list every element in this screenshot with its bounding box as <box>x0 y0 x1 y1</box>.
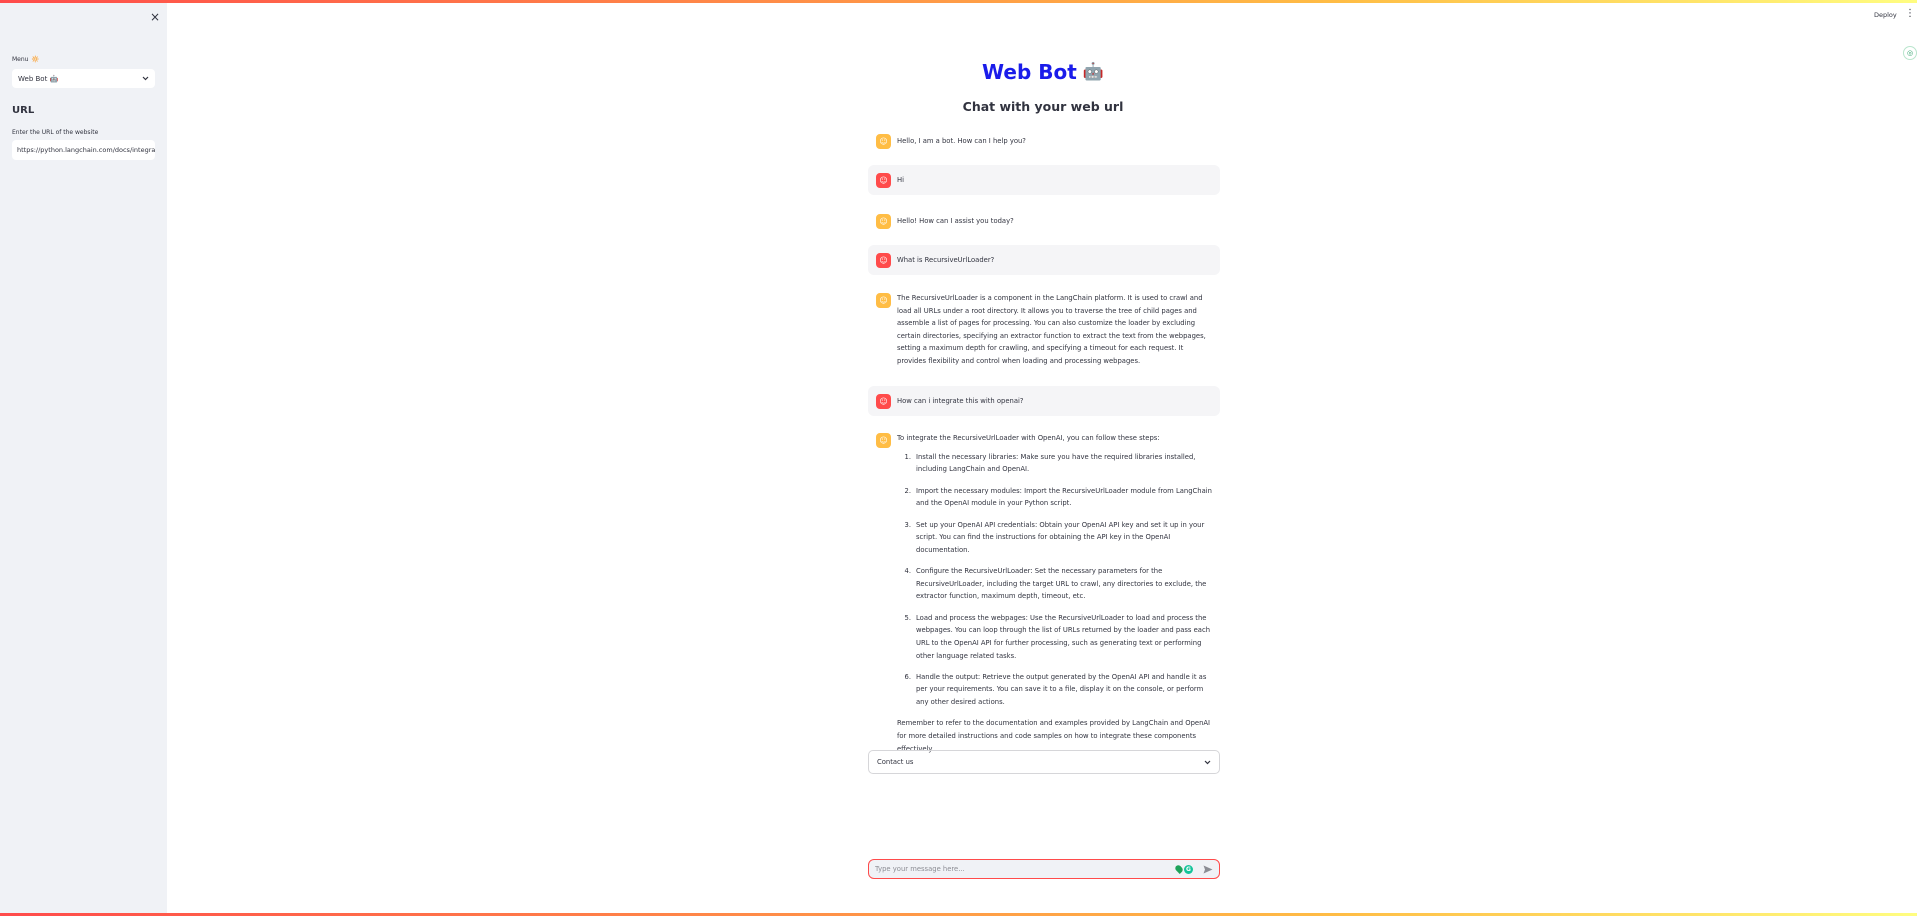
chat-input-box: G <box>868 859 1220 879</box>
message-text: Hello! How can I assist you today? <box>897 216 1014 225</box>
grammarly-icon[interactable]: G <box>1184 864 1193 874</box>
menu-select[interactable]: Web Bot 🤖 <box>12 69 155 88</box>
page-title: Web Bot 🤖 <box>868 60 1218 84</box>
extension-icons: G <box>1174 864 1193 874</box>
list-item: 6. Handle the output: Retrieve the output… <box>897 671 1212 709</box>
step-number: 1. <box>904 452 912 461</box>
steps-list: 1. Install the necessary libraries: Make … <box>897 451 1212 709</box>
list-item: 1. Install the necessary libraries: Make … <box>897 451 1212 476</box>
list-item: 2. Import the necessary modules: Import t… <box>897 485 1212 510</box>
message-text: The RecursiveUrlLoader is a component in… <box>897 294 1206 365</box>
menu-label-text: Menu <box>12 56 29 63</box>
chat-message-bot: ☺ To integrate the RecursiveUrlLoader wi… <box>868 432 1220 755</box>
bot-avatar-icon: ☺ <box>876 133 891 149</box>
bot-avatar-icon: ☺ <box>876 293 891 308</box>
message-text: To integrate the RecursiveUrlLoader with… <box>897 432 1212 755</box>
url-input[interactable]: https://python.langchain.com/docs/integr… <box>12 140 155 160</box>
send-icon[interactable] <box>1203 865 1213 874</box>
message-text: Hello, I am a bot. How can I help you? <box>897 136 1026 145</box>
list-item: 3. Set up your OpenAI API credentials: Ob… <box>897 519 1212 557</box>
step-text: Configure the RecursiveUrlLoader: Set th… <box>916 567 1207 601</box>
step-text: Install the necessary libraries: Make su… <box>916 452 1196 474</box>
chat-message-bot: ☺ Hello! How can I assist you today? <box>868 211 1220 231</box>
message-intro: To integrate the RecursiveUrlLoader with… <box>897 434 1160 442</box>
user-avatar-icon: ☺ <box>876 393 891 409</box>
robot-icon: 🤖 <box>1082 62 1104 82</box>
deploy-button[interactable]: Deploy <box>1874 11 1897 19</box>
menu-select-value: Web Bot 🤖 <box>18 74 59 83</box>
user-avatar-icon: ☺ <box>876 172 891 188</box>
chat-message-bot: ☺ Hello, I am a bot. How can I help you? <box>868 131 1220 151</box>
menu-label: Menu 🔆 <box>12 56 39 63</box>
list-item: 5. Load and process the webpages: Use the… <box>897 612 1212 662</box>
chevron-down-icon <box>142 76 149 81</box>
contact-us-expander[interactable]: Contact us <box>868 750 1220 774</box>
step-number: 6. <box>904 672 912 681</box>
step-text: Set up your OpenAI API credentials: Obta… <box>916 520 1205 554</box>
url-section-heading: URL <box>12 105 35 116</box>
status-widget-icon[interactable]: ◎ <box>1903 46 1917 60</box>
step-number: 2. <box>904 486 912 495</box>
location-pin-icon[interactable] <box>1174 864 1184 874</box>
message-text: What is RecursiveUrlLoader? <box>897 255 995 264</box>
chat-message-bot: ☺ The RecursiveUrlLoader is a component … <box>868 292 1220 368</box>
step-number: 4. <box>904 567 912 576</box>
sun-icon: 🔆 <box>31 56 39 63</box>
bot-avatar-icon: ☺ <box>876 433 891 448</box>
chat-message-user: ☺ Hi <box>868 165 1220 195</box>
chevron-down-icon <box>1204 760 1211 764</box>
chat-message-user: ☺ How can i integrate this with openai? <box>868 386 1220 416</box>
step-number: 3. <box>904 520 912 529</box>
url-input-label: Enter the URL of the website <box>12 129 99 136</box>
close-sidebar-icon[interactable]: × <box>150 11 160 23</box>
list-item: 4. Configure the RecursiveUrlLoader: Set … <box>897 565 1212 603</box>
message-text: Hi <box>897 175 904 184</box>
top-decoration-bar <box>0 0 1917 3</box>
main-menu-icon[interactable]: ⋮ <box>1905 9 1915 19</box>
chat-message-user: ☺ What is RecursiveUrlLoader? <box>868 245 1220 275</box>
chat-input[interactable] <box>875 865 1176 873</box>
expander-label: Contact us <box>877 758 914 766</box>
step-number: 5. <box>904 613 912 622</box>
sidebar: × Menu 🔆 Web Bot 🤖 URL Enter the URL of … <box>0 3 167 913</box>
message-text: How can i integrate this with openai? <box>897 396 1024 405</box>
step-text: Import the necessary modules: Import the… <box>916 486 1212 508</box>
page-subtitle: Chat with your web url <box>962 99 1124 114</box>
page-title-text: Web Bot <box>982 60 1077 84</box>
user-avatar-icon: ☺ <box>876 252 891 268</box>
step-text: Load and process the webpages: Use the R… <box>916 613 1211 660</box>
bot-avatar-icon: ☺ <box>876 213 891 229</box>
step-text: Handle the output: Retrieve the output g… <box>916 672 1207 707</box>
